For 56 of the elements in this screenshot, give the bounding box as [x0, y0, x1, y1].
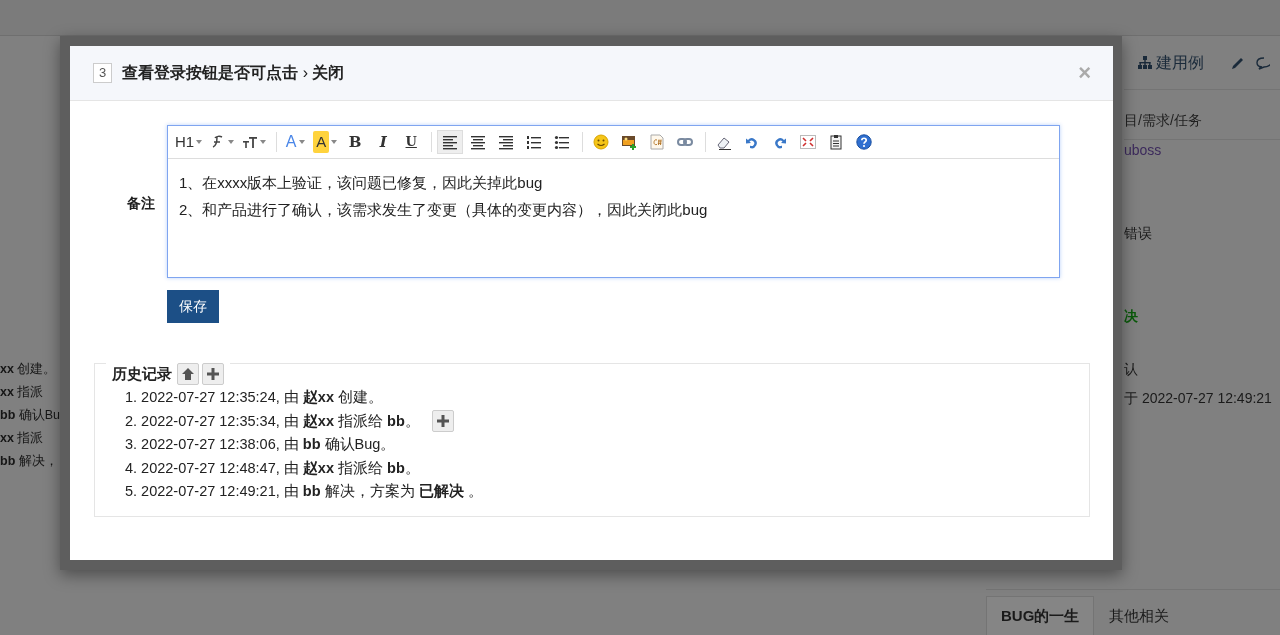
field-value: 认 — [1124, 360, 1138, 379]
fullscreen-icon — [800, 134, 817, 150]
align-left-icon — [442, 134, 459, 150]
expand-all-button[interactable] — [202, 363, 224, 386]
dialog-title: 查看登录按钮是否可点击 › 关闭 — [122, 63, 345, 83]
sitemap-icon — [1138, 56, 1152, 69]
status-value: 决 — [1124, 307, 1138, 326]
create-case-link[interactable]: 建用例 — [1138, 50, 1204, 75]
column-heading: 目/需求/任务 — [1124, 111, 1202, 130]
align-right-icon — [498, 134, 515, 150]
heading-button[interactable]: H1 — [172, 130, 206, 154]
plus-icon — [435, 414, 450, 429]
bullet-list-icon — [554, 134, 571, 150]
editor-text-line: 2、和产品进行了确认，该需求发生了变更（具体的变更内容），因此关闭此bug — [179, 200, 709, 220]
arrow-up-icon — [181, 367, 195, 382]
section-title: 历史记录 — [112, 364, 172, 384]
history-entry: bb 确认Bu — [0, 407, 60, 424]
field-label: 备注 — [126, 194, 156, 213]
editor-text-line: 1、在xxxx版本上验证，该问题已修复，因此关掉此bug — [179, 173, 544, 193]
history-entry: 2022-07-27 12:48:47, 由 赵xx 指派给 bb。 — [141, 458, 420, 478]
history-entry: 2022-07-27 12:38:06, 由 bb 确认Bug。 — [141, 435, 396, 454]
plus-icon — [206, 367, 220, 382]
history-entry: bb 解决， — [0, 453, 59, 470]
smiley-icon — [593, 134, 610, 150]
help-icon — [856, 134, 873, 150]
italic-button[interactable]: I — [370, 130, 397, 154]
list-number: 3. — [125, 435, 138, 454]
history-entry: 2022-07-27 12:49:21, 由 bb 解决，方案为 已解决 。 — [141, 482, 483, 501]
field-value: 错误 — [1124, 224, 1152, 243]
save-button[interactable]: 保存 — [167, 290, 219, 323]
underline-button[interactable]: U — [398, 130, 425, 154]
field-value: 于 2022-07-27 12:49:21 — [1124, 389, 1272, 408]
text-color-button[interactable]: A — [282, 130, 309, 154]
history-entry: xx 指派 — [0, 384, 45, 401]
history-entry: xx 指派 — [0, 430, 45, 447]
history-entry: 2022-07-27 12:35:34, 由 赵xx 指派给 bb。 — [141, 411, 420, 431]
history-entry: 2022-07-27 12:35:24, 由 赵xx 创建。 — [141, 388, 383, 407]
font-size-icon — [242, 134, 259, 150]
expand-button[interactable] — [431, 410, 454, 433]
id-badge: 3 — [93, 63, 113, 83]
list-number: 1. — [125, 388, 138, 407]
list-number: 4. — [125, 458, 138, 478]
rich-text-editor[interactable]: H1 A A B I U 1、在xxxx版本上验证，该问题已修复，因此关掉此bug 2、和产品进行了确认，该需求发生了变更（具体的变更内容），因此关闭此bug — [167, 125, 1060, 278]
collapse-button[interactable] — [177, 363, 199, 386]
align-center-icon — [470, 134, 487, 150]
image-icon — [621, 134, 638, 150]
list-number: 2. — [125, 411, 138, 431]
tab[interactable]: BUG的一生 — [986, 596, 1095, 635]
tab[interactable]: 其他相关 — [1094, 596, 1185, 635]
code-file-icon — [649, 134, 666, 150]
numbered-list-icon — [526, 134, 543, 150]
history-entry: xx 创建。 — [0, 361, 58, 378]
list-number: 5. — [125, 482, 138, 501]
clipboard-icon — [828, 134, 845, 150]
align-left-button[interactable] — [437, 130, 464, 154]
bold-button[interactable]: B — [342, 130, 369, 154]
